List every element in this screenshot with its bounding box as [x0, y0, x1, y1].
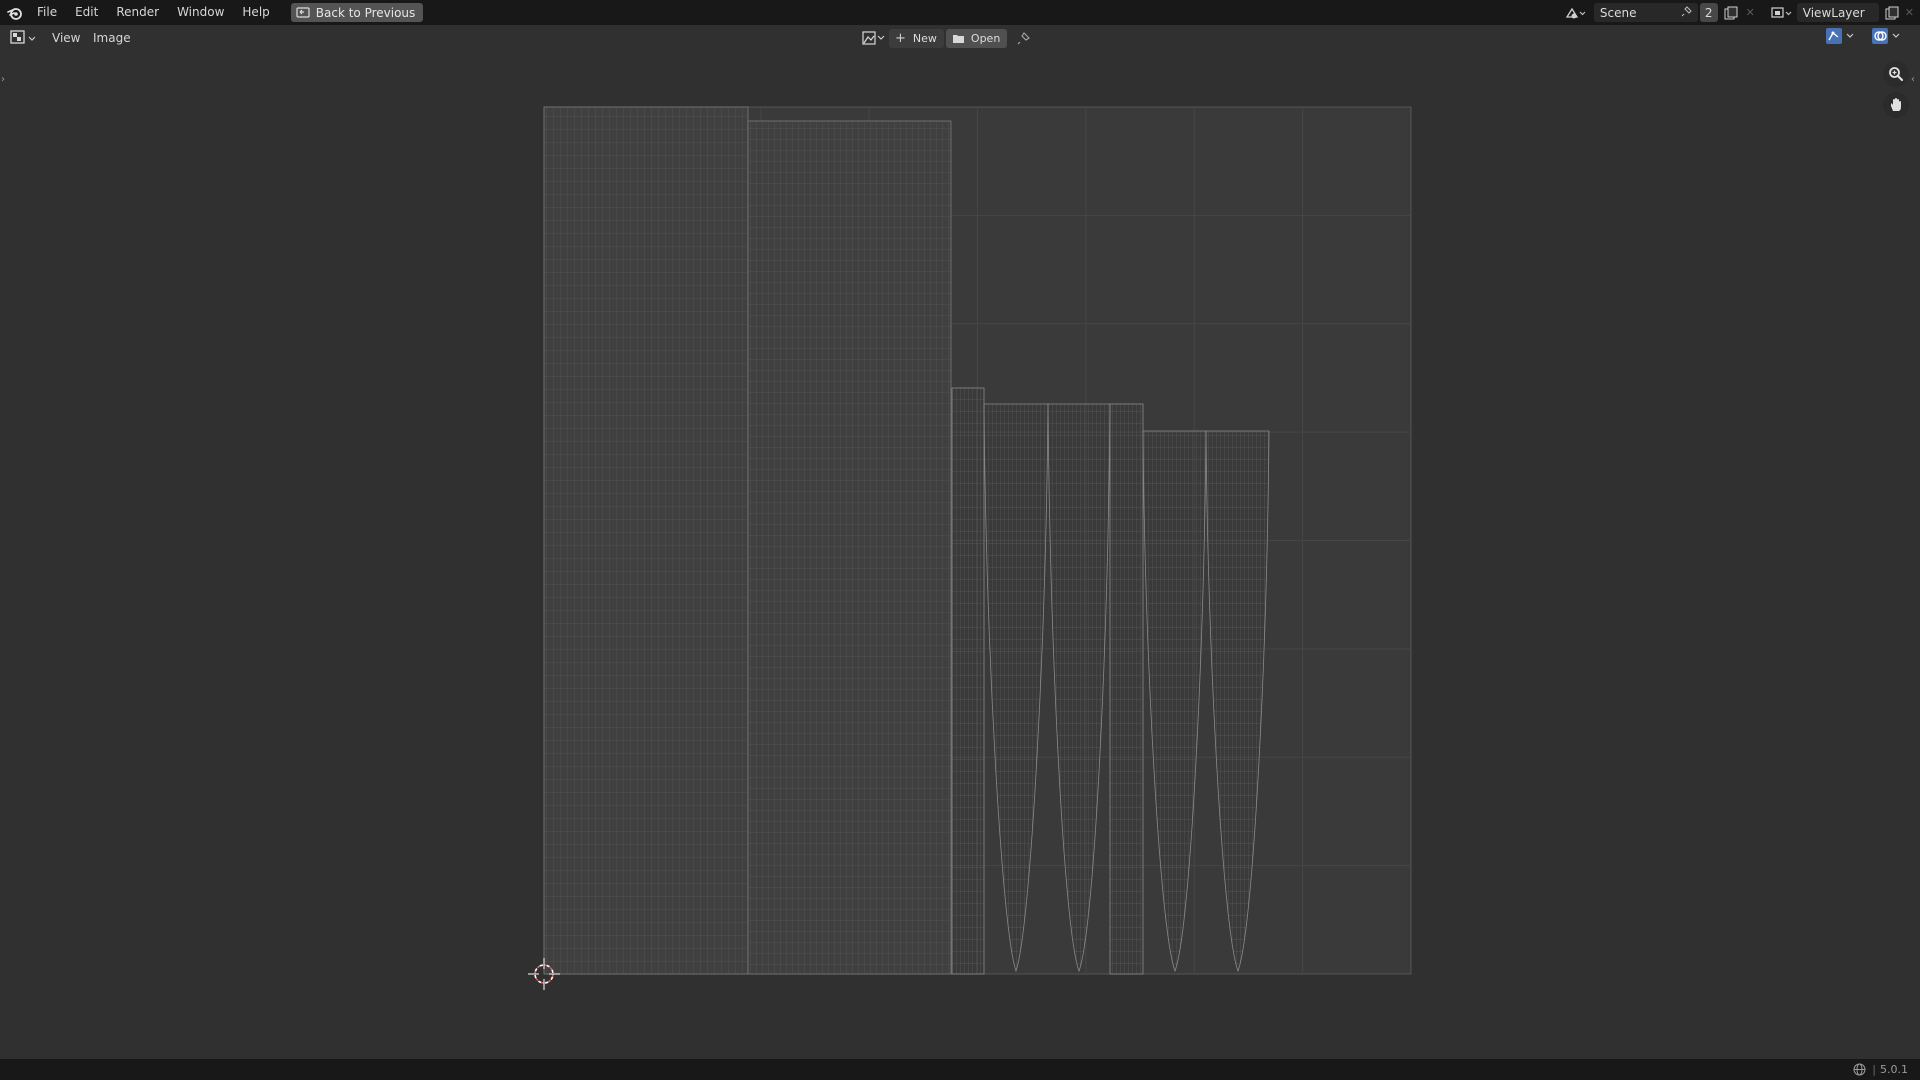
folder-icon: [952, 33, 965, 44]
view-layer-icon[interactable]: [1771, 6, 1793, 20]
new-image-button[interactable]: + New: [889, 28, 944, 48]
uv-island-strip-1: [951, 387, 985, 975]
uv-island-second-block: [747, 120, 952, 975]
uv-layout[interactable]: [0, 51, 1920, 1059]
uv-editor-viewport[interactable]: › ‹: [0, 51, 1920, 1059]
view-layer-field[interactable]: ViewLayer: [1796, 3, 1879, 22]
scene-selector-icon[interactable]: [1564, 6, 1586, 20]
top-bar: File Edit Render Window Help Back to Pre…: [0, 0, 1920, 25]
back-to-previous-button[interactable]: Back to Previous: [290, 3, 424, 22]
editor-type-selector[interactable]: [10, 28, 36, 48]
plus-icon: +: [895, 30, 906, 46]
menu-help[interactable]: Help: [233, 0, 278, 25]
menu-view[interactable]: View: [44, 28, 88, 48]
menu-edit[interactable]: Edit: [66, 0, 107, 25]
menu-render[interactable]: Render: [107, 0, 168, 25]
uv-sync-selection-icon[interactable]: [1826, 28, 1854, 44]
back-to-previous-label: Back to Previous: [315, 5, 416, 20]
pin-icon[interactable]: [1017, 31, 1031, 45]
delete-view-layer-icon[interactable]: ✕: [1905, 6, 1914, 19]
open-image-label: Open: [970, 31, 1001, 45]
status-bar: | 5.0.1: [0, 1059, 1920, 1080]
new-image-label: New: [912, 31, 937, 45]
open-image-button[interactable]: Open: [945, 28, 1008, 48]
network-icon: [1853, 1063, 1866, 1076]
back-to-previous-icon: [296, 6, 310, 19]
uv-island-left-block: [543, 106, 749, 975]
chevron-down-icon: [28, 31, 36, 45]
uv-island-strip-2: [1109, 403, 1144, 975]
scene-users-count[interactable]: 2: [1699, 3, 1718, 22]
menu-image[interactable]: Image: [85, 28, 139, 48]
image-editor-icon: [10, 29, 26, 47]
new-scene-icon[interactable]: [1724, 6, 1738, 20]
blender-logo-icon[interactable]: [2, 0, 28, 25]
browse-image-icon[interactable]: [862, 31, 885, 45]
image-tools: + New Open: [862, 28, 1031, 48]
menu-file[interactable]: File: [28, 0, 66, 25]
scene-name-field[interactable]: Scene: [1593, 3, 1698, 22]
version-label: 5.0.1: [1880, 1063, 1908, 1076]
new-view-layer-icon[interactable]: [1885, 6, 1899, 20]
menu-window[interactable]: Window: [168, 0, 233, 25]
version-info: | 5.0.1: [1853, 1059, 1908, 1080]
delete-scene-icon[interactable]: ✕: [1746, 6, 1755, 19]
overlays-icon[interactable]: [1872, 28, 1900, 44]
image-editor-header: View Image + New Open: [0, 25, 1920, 51]
topbar-right: Scene 2 ✕ ViewLayer ✕: [1564, 0, 1920, 25]
version-separator: |: [1872, 1063, 1876, 1076]
pin-scene-icon[interactable]: [1681, 5, 1692, 20]
scene-name: Scene: [1599, 5, 1637, 20]
